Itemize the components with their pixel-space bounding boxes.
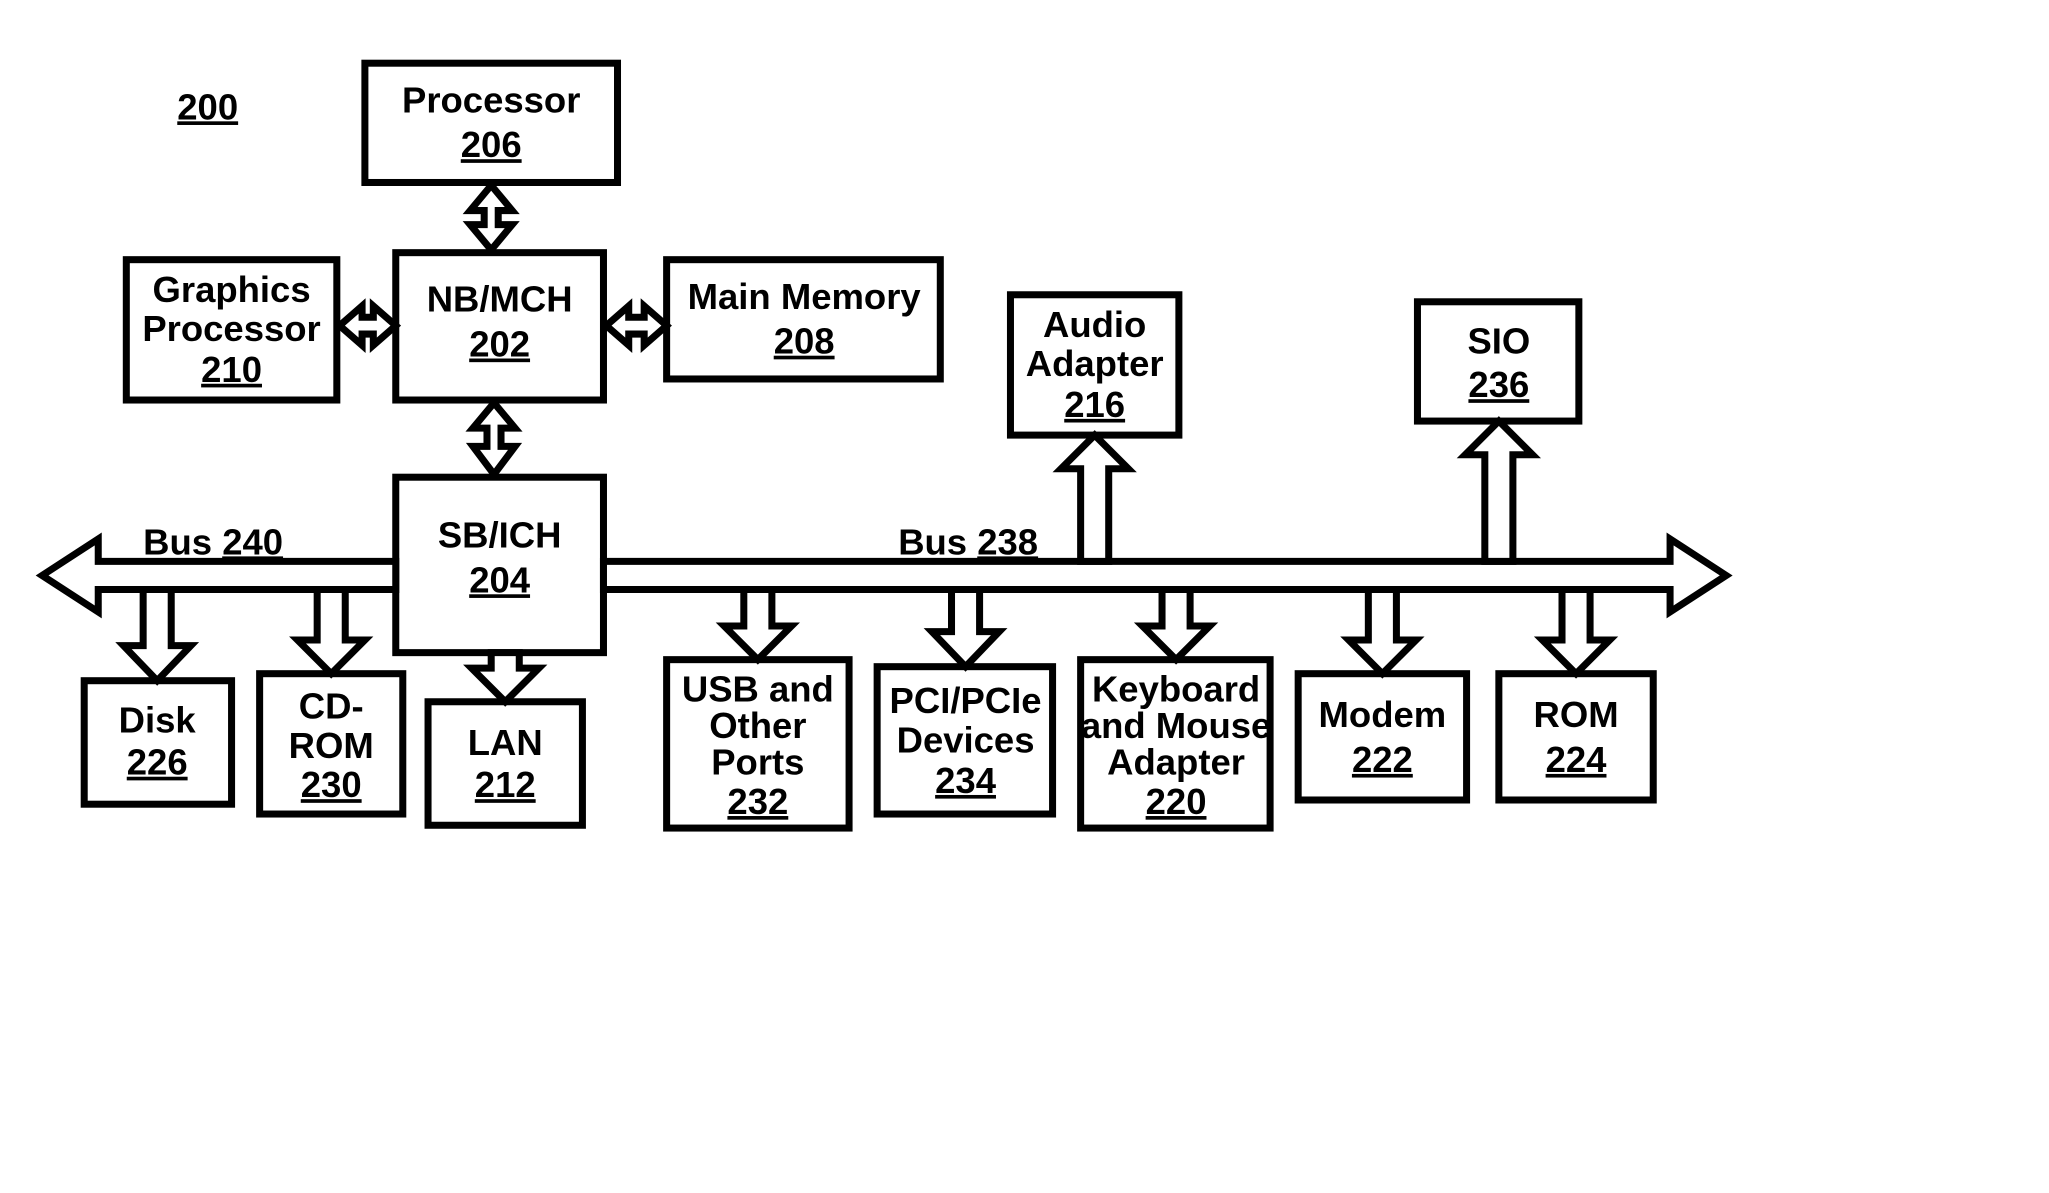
block-keyboard-mouse-adapter: Keyboard and Mouse Adapter 220 <box>1081 660 1272 828</box>
svg-text:202: 202 <box>469 324 530 365</box>
svg-text:Processor: Processor <box>142 308 320 349</box>
svg-text:USB and: USB and <box>682 669 834 710</box>
block-disk: Disk 226 <box>84 681 231 805</box>
svg-text:and Mouse: and Mouse <box>1081 705 1271 746</box>
svg-text:Graphics: Graphics <box>153 269 311 310</box>
connector-graphics-nbmch <box>340 306 396 345</box>
svg-text:216: 216 <box>1064 384 1125 425</box>
svg-text:220: 220 <box>1146 781 1207 822</box>
block-processor: Processor 206 <box>365 63 618 182</box>
svg-text:Ports: Ports <box>711 742 804 783</box>
block-lan: LAN 212 <box>428 702 582 826</box>
svg-text:ROM: ROM <box>289 725 374 766</box>
block-main-memory: Main Memory 208 <box>667 260 941 379</box>
block-graphics: Graphics Processor 210 <box>126 260 337 400</box>
svg-text:204: 204 <box>469 559 531 600</box>
svg-text:Devices: Devices <box>897 719 1035 760</box>
svg-text:232: 232 <box>727 781 788 822</box>
svg-text:222: 222 <box>1352 739 1413 780</box>
svg-text:Disk: Disk <box>119 700 197 741</box>
svg-text:208: 208 <box>774 321 835 362</box>
block-modem: Modem 222 <box>1298 674 1466 800</box>
svg-text:224: 224 <box>1546 739 1608 780</box>
svg-text:LAN: LAN <box>468 722 543 763</box>
svg-text:Other: Other <box>709 705 806 746</box>
svg-text:NB/MCH: NB/MCH <box>427 279 573 320</box>
svg-text:Audio: Audio <box>1043 304 1146 345</box>
svg-text:Modem: Modem <box>1319 694 1447 735</box>
svg-text:SIO: SIO <box>1467 321 1530 362</box>
svg-text:Processor: Processor <box>402 79 580 120</box>
block-diagram: 200 Processor 206 Graphics Processor 210… <box>0 0 2049 1193</box>
figure-number: 200 <box>177 86 238 127</box>
connector-nbmch-mainmem <box>606 306 666 345</box>
connector-processor-nbmch <box>470 185 512 250</box>
svg-text:212: 212 <box>475 764 536 805</box>
svg-text:Main Memory: Main Memory <box>688 276 922 317</box>
svg-text:206: 206 <box>461 124 522 165</box>
svg-text:ROM: ROM <box>1533 694 1618 735</box>
svg-text:Keyboard: Keyboard <box>1092 669 1260 710</box>
svg-text:SB/ICH: SB/ICH <box>438 514 562 555</box>
svg-text:Bus 238: Bus 238 <box>898 521 1038 562</box>
svg-text:PCI/PCIe: PCI/PCIe <box>890 680 1042 721</box>
svg-text:210: 210 <box>201 349 262 390</box>
svg-text:230: 230 <box>301 764 362 805</box>
block-pci: PCI/PCIe Devices 234 <box>877 667 1052 814</box>
svg-text:Adapter: Adapter <box>1107 742 1245 783</box>
svg-text:Bus 240: Bus 240 <box>143 521 283 562</box>
block-cdrom: CD- ROM 230 <box>260 674 403 814</box>
svg-text:234: 234 <box>935 760 997 801</box>
block-sio: SIO 236 <box>1417 302 1578 421</box>
block-sbich: SB/ICH 204 <box>396 477 604 652</box>
block-usb: USB and Other Ports 232 <box>667 660 849 828</box>
block-audio: Audio Adapter 216 <box>1010 295 1178 435</box>
block-rom: ROM 224 <box>1499 674 1653 800</box>
svg-text:236: 236 <box>1468 364 1529 405</box>
svg-text:CD-: CD- <box>299 686 364 727</box>
connector-nbmch-sbich <box>473 403 515 475</box>
svg-text:Adapter: Adapter <box>1026 343 1164 384</box>
svg-text:226: 226 <box>127 742 188 783</box>
block-nbmch: NB/MCH 202 <box>396 253 604 400</box>
